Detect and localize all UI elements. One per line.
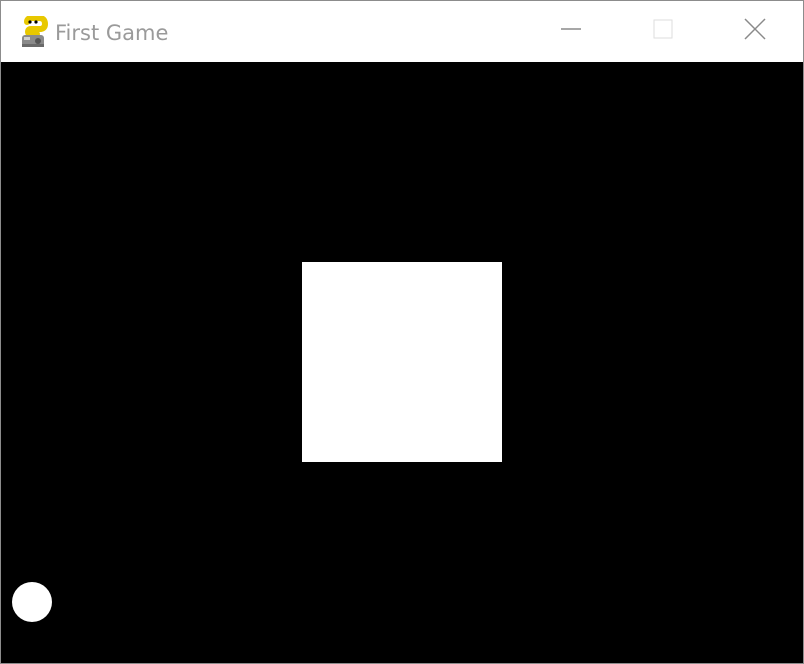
minimize-button[interactable] bbox=[525, 1, 617, 62]
close-icon bbox=[744, 18, 766, 45]
game-canvas[interactable] bbox=[1, 62, 803, 663]
maximize-icon bbox=[652, 18, 674, 45]
white-ball bbox=[12, 582, 52, 622]
window-title: First Game bbox=[55, 21, 169, 45]
minimize-icon bbox=[560, 18, 582, 45]
game-window: First Game bbox=[0, 0, 804, 664]
pygame-snake-icon bbox=[19, 15, 49, 50]
close-button[interactable] bbox=[709, 1, 801, 62]
title-bar[interactable]: First Game bbox=[1, 1, 803, 62]
maximize-button[interactable] bbox=[617, 1, 709, 62]
white-square bbox=[302, 262, 502, 462]
